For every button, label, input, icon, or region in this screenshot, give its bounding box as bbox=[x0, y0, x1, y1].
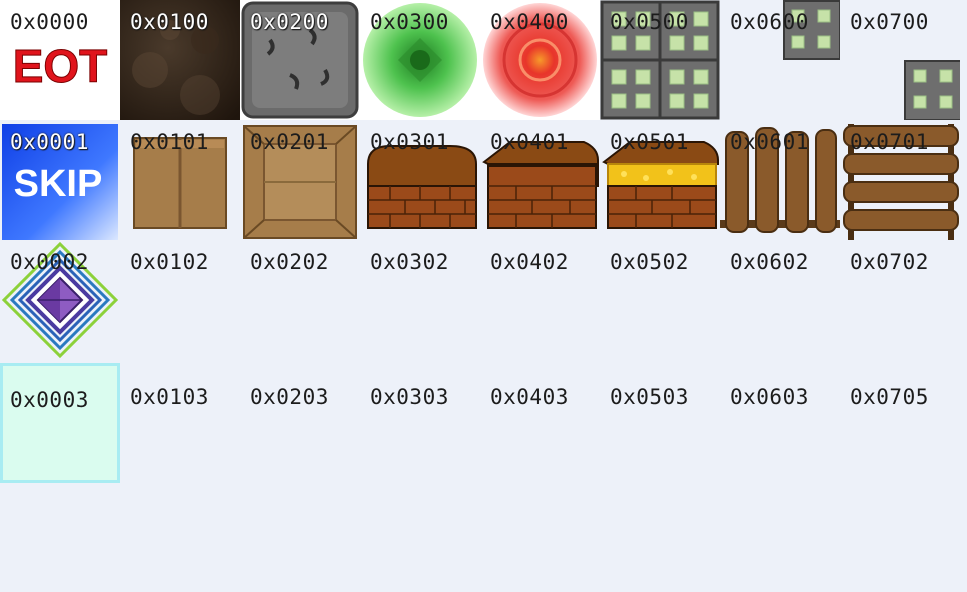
tile-id-label: 0x0302 bbox=[370, 250, 449, 274]
tile-id-label: 0x0700 bbox=[850, 10, 929, 34]
tile-palette: EOT 0x0000 0x0100 0x0200 0x0300 0x0400 0… bbox=[0, 0, 967, 592]
tile-id-label: 0x0002 bbox=[10, 250, 89, 274]
tile-0x0202[interactable]: 0x0202 bbox=[240, 240, 360, 385]
skip-text: SKIP bbox=[14, 163, 103, 205]
tile-0x0402[interactable]: 0x0402 bbox=[480, 240, 600, 385]
tile-0x0103[interactable]: 0x0103 bbox=[120, 375, 240, 495]
tile-id-label: 0x0502 bbox=[610, 250, 689, 274]
tile-id-label: 0x0600 bbox=[730, 10, 809, 34]
tile-0x0700[interactable]: 0x0700 bbox=[840, 0, 960, 120]
tile-id-label: 0x0602 bbox=[730, 250, 809, 274]
tile-0x0502[interactable]: 0x0502 bbox=[600, 240, 720, 385]
tile-id-label: 0x0303 bbox=[370, 385, 449, 409]
tile-0x0702[interactable]: 0x0702 bbox=[840, 240, 960, 385]
tile-0x0501[interactable]: 0x0501 bbox=[600, 120, 720, 240]
tile-0x0601[interactable]: 0x0601 bbox=[720, 120, 840, 240]
tile-0x0302[interactable]: 0x0302 bbox=[360, 240, 480, 385]
tile-0x0401[interactable]: 0x0401 bbox=[480, 120, 600, 240]
tile-0x0001[interactable]: SKIP 0x0001 bbox=[0, 120, 120, 240]
tile-id-label: 0x0601 bbox=[730, 130, 809, 154]
tile-id-label: 0x0503 bbox=[610, 385, 689, 409]
tile-id-label: 0x0201 bbox=[250, 130, 329, 154]
tile-id-label: 0x0300 bbox=[370, 10, 449, 34]
tile-id-label: 0x0101 bbox=[130, 130, 209, 154]
tile-0x0000[interactable]: EOT 0x0000 bbox=[0, 0, 120, 120]
tile-id-label: 0x0001 bbox=[10, 130, 89, 154]
tile-id-label: 0x0403 bbox=[490, 385, 569, 409]
tile-id-label: 0x0701 bbox=[850, 130, 929, 154]
tile-0x0300[interactable]: 0x0300 bbox=[360, 0, 480, 120]
tile-id-label: 0x0603 bbox=[730, 385, 809, 409]
tile-0x0100[interactable]: 0x0100 bbox=[120, 0, 240, 120]
tile-id-label: 0x0102 bbox=[130, 250, 209, 274]
tile-0x0602[interactable]: 0x0602 bbox=[720, 240, 840, 385]
tile-0x0503[interactable]: 0x0503 bbox=[600, 375, 720, 495]
tile-id-label: 0x0501 bbox=[610, 130, 689, 154]
tile-id-label: 0x0401 bbox=[490, 130, 569, 154]
tile-0x0203[interactable]: 0x0203 bbox=[240, 375, 360, 495]
tile-id-label: 0x0705 bbox=[850, 385, 929, 409]
tile-0x0003-selected[interactable]: 0x0003 bbox=[0, 363, 120, 483]
tile-0x0102[interactable]: 0x0102 bbox=[120, 240, 240, 385]
tile-0x0101[interactable]: 0x0101 bbox=[120, 120, 240, 240]
tile-0x0303[interactable]: 0x0303 bbox=[360, 375, 480, 495]
tile-0x0603[interactable]: 0x0603 bbox=[720, 375, 840, 495]
tile-id-label: 0x0100 bbox=[130, 10, 209, 34]
tile-0x0201[interactable]: 0x0201 bbox=[240, 120, 360, 240]
tile-0x0701[interactable]: 0x0701 bbox=[840, 120, 960, 240]
tile-0x0705[interactable]: 0x0705 bbox=[840, 375, 960, 495]
tile-id-label: 0x0000 bbox=[10, 10, 89, 34]
tile-id-label: 0x0301 bbox=[370, 130, 449, 154]
tile-id-label: 0x0003 bbox=[10, 388, 89, 412]
tile-id-label: 0x0202 bbox=[250, 250, 329, 274]
tile-id-label: 0x0402 bbox=[490, 250, 569, 274]
tile-id-label: 0x0200 bbox=[250, 10, 329, 34]
tile-0x0600[interactable]: 0x0600 bbox=[720, 0, 840, 120]
tile-id-label: 0x0203 bbox=[250, 385, 329, 409]
eot-text: EOT bbox=[13, 40, 108, 92]
tile-id-label: 0x0500 bbox=[610, 10, 689, 34]
tile-0x0403[interactable]: 0x0403 bbox=[480, 375, 600, 495]
tile-0x0400[interactable]: 0x0400 bbox=[480, 0, 600, 120]
tile-id-label: 0x0400 bbox=[490, 10, 569, 34]
tile-0x0500[interactable]: 0x0500 bbox=[600, 0, 720, 120]
tile-id-label: 0x0103 bbox=[130, 385, 209, 409]
tile-0x0200[interactable]: 0x0200 bbox=[240, 0, 360, 120]
tile-id-label: 0x0702 bbox=[850, 250, 929, 274]
tile-0x0301[interactable]: 0x0301 bbox=[360, 120, 480, 240]
